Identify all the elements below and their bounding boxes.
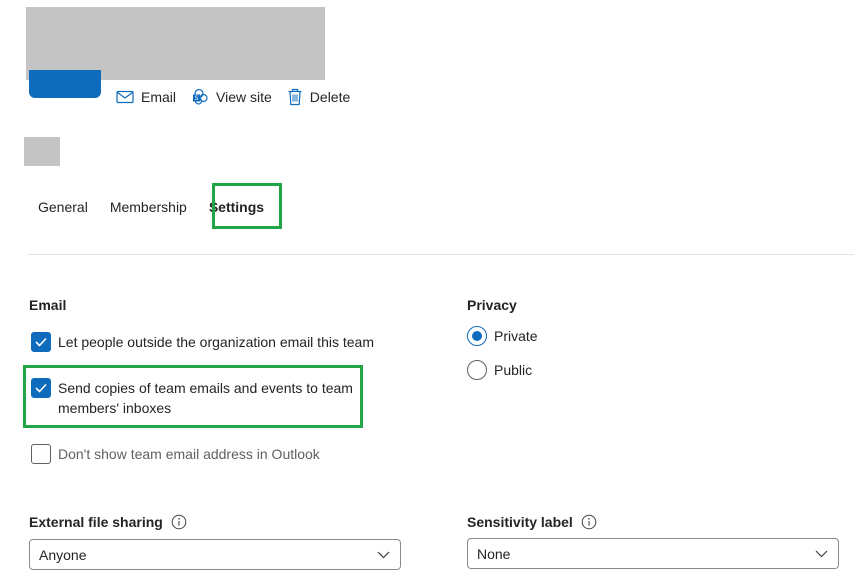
group-actions-toolbar: Email S View site Delete bbox=[116, 86, 365, 108]
checkmark-icon bbox=[35, 337, 47, 347]
external-sharing-dropdown[interactable]: Anyone bbox=[29, 539, 401, 570]
trash-icon bbox=[288, 88, 302, 106]
email-action-button[interactable]: Email bbox=[116, 89, 176, 105]
email-option-hide-address[interactable]: Don't show team email address in Outlook bbox=[31, 444, 320, 464]
external-sharing-label: External file sharing bbox=[29, 514, 163, 530]
external-sharing-value: Anyone bbox=[39, 546, 87, 563]
view-site-action-button[interactable]: S View site bbox=[191, 88, 272, 106]
tab-settings[interactable]: Settings bbox=[199, 190, 274, 224]
tab-membership[interactable]: Membership bbox=[100, 190, 197, 224]
chevron-down-icon bbox=[377, 551, 390, 558]
sensitivity-dropdown[interactable]: None bbox=[467, 538, 839, 569]
outside-email-label: Let people outside the organization emai… bbox=[58, 334, 374, 350]
sensitivity-label: Sensitivity label bbox=[467, 514, 573, 530]
info-icon[interactable] bbox=[171, 514, 187, 530]
info-icon[interactable] bbox=[581, 514, 597, 530]
hide-address-label: Don't show team email address in Outlook bbox=[58, 446, 320, 462]
email-section-title: Email bbox=[29, 297, 67, 313]
privacy-section-title: Privacy bbox=[467, 297, 517, 313]
hide-address-checkbox[interactable] bbox=[31, 444, 51, 464]
redacted-title bbox=[24, 137, 60, 166]
email-action-label: Email bbox=[141, 89, 177, 105]
email-option-copies[interactable]: Send copies of team emails and events to… bbox=[31, 378, 356, 418]
outside-email-checkbox[interactable] bbox=[31, 332, 51, 352]
sharepoint-icon: S bbox=[193, 88, 208, 105]
mail-icon bbox=[116, 90, 134, 104]
private-label: Private bbox=[494, 328, 538, 344]
checkmark-icon bbox=[35, 383, 47, 393]
privacy-option-private[interactable]: Private bbox=[467, 326, 538, 346]
tab-general[interactable]: General bbox=[28, 190, 98, 224]
delete-action-label: Delete bbox=[309, 89, 351, 105]
sensitivity-label-row: Sensitivity label bbox=[467, 514, 597, 530]
tab-divider bbox=[28, 254, 854, 255]
external-sharing-label-row: External file sharing bbox=[29, 514, 187, 530]
public-radio[interactable] bbox=[467, 360, 487, 380]
tab-bar: General Membership Settings bbox=[28, 190, 274, 224]
chevron-down-icon bbox=[815, 550, 828, 557]
privacy-option-public[interactable]: Public bbox=[467, 360, 532, 380]
send-copies-checkbox[interactable] bbox=[31, 378, 51, 398]
view-site-action-label: View site bbox=[216, 89, 272, 105]
email-option-outside[interactable]: Let people outside the organization emai… bbox=[31, 332, 374, 352]
send-copies-label: Send copies of team emails and events to… bbox=[58, 380, 353, 416]
group-avatar bbox=[29, 70, 101, 98]
svg-text:S: S bbox=[195, 95, 199, 102]
private-radio[interactable] bbox=[467, 326, 487, 346]
public-label: Public bbox=[494, 362, 533, 378]
delete-action-button[interactable]: Delete bbox=[287, 88, 350, 106]
sensitivity-value: None bbox=[477, 545, 511, 562]
